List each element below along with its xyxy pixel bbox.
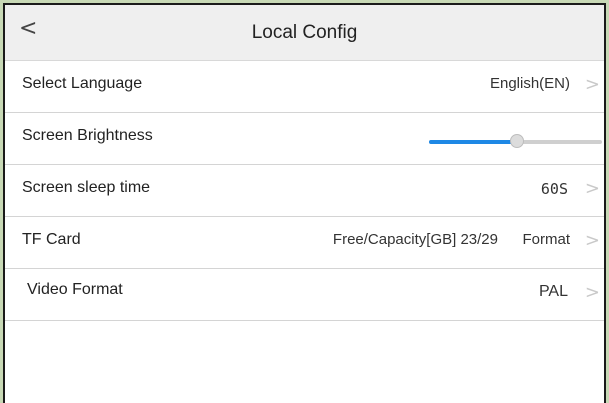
tf-card-row: TF Card Free/Capacity[GB] 23/29 Format > (5, 217, 604, 269)
tf-card-capacity: Free/Capacity[GB] 23/29 (332, 231, 498, 248)
language-value: English(EN) (489, 75, 570, 92)
format-button[interactable]: Format (522, 231, 570, 248)
select-language-row[interactable]: Select Language English(EN) > (5, 61, 604, 113)
brightness-slider[interactable] (429, 134, 602, 148)
local-config-screen: < Local Config Select Language English(E… (3, 3, 606, 403)
row-label: Screen Brightness (22, 127, 153, 144)
row-label: TF Card (22, 231, 81, 248)
video-format-value: PAL (538, 283, 568, 300)
chevron-right-icon: > (584, 178, 600, 199)
chevron-right-icon: > (584, 230, 600, 251)
header-bar: < Local Config (5, 5, 604, 61)
screen-brightness-row: Screen Brightness (5, 113, 604, 165)
chevron-right-icon: > (584, 74, 600, 95)
row-label: Video Format (27, 281, 123, 298)
brightness-slider-fill (429, 140, 518, 144)
page-title: Local Config (251, 22, 358, 43)
brightness-slider-thumb[interactable] (510, 134, 525, 148)
video-format-row[interactable]: Video Format PAL > (5, 269, 604, 321)
chevron-right-icon: > (584, 282, 600, 303)
screen-sleep-time-row[interactable]: Screen sleep time 60S > (5, 165, 604, 217)
row-label: Screen sleep time (22, 179, 151, 196)
row-label: Select Language (22, 75, 143, 92)
sleep-time-value: 60S (540, 180, 568, 198)
